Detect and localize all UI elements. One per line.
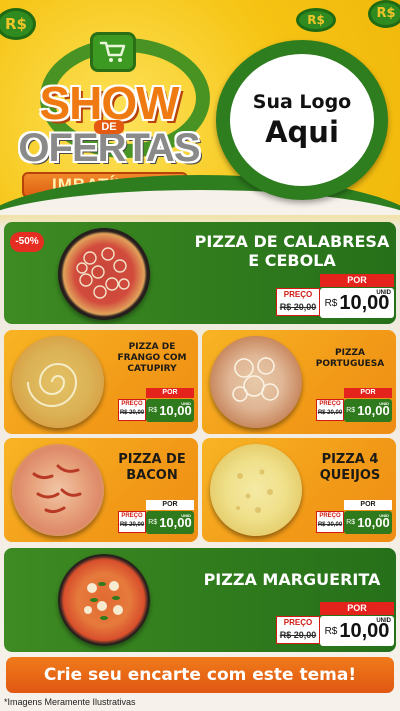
header-banner: R$ R$ R$ SHOW OFERTAS DE IMBATÍVEIS Sua …	[0, 0, 400, 215]
new-price-box: R$ 10,00 UNID	[320, 288, 394, 318]
old-price-box: PREÇO R$ 20,00	[276, 616, 320, 644]
price-tag: POR PREÇO R$ 20,00 R$ 10,00 UNID	[276, 602, 394, 646]
preco-label: PREÇO	[319, 401, 341, 407]
discount-badge: -50%	[10, 232, 44, 252]
por-label: POR	[344, 500, 392, 510]
currency: R$	[324, 297, 338, 309]
offer-card-calabresa[interactable]: -50% PIZZA DE CALABRESA E CEBOLA POR PRE…	[4, 222, 396, 324]
old-price-box: PREÇO R$ 20,00	[118, 399, 146, 421]
old-price: R$ 20,00	[119, 522, 145, 528]
unit-label: UNID	[376, 290, 391, 296]
new-price-box: R$ 10,00 UNID	[344, 511, 392, 534]
logo-text-line2: Aqui	[265, 115, 339, 149]
price-tag: POR PREÇO R$ 20,00 R$ 10,00 UNID	[118, 388, 194, 422]
offer-card-frango[interactable]: PIZZA DE FRANGO COM CATUPIRY POR PREÇO R…	[4, 330, 198, 434]
por-label: POR	[320, 274, 394, 287]
new-price-box: R$ 10,00 UNID	[146, 511, 194, 534]
logo-placeholder[interactable]: Sua Logo Aqui	[216, 40, 388, 200]
por-label: POR	[344, 388, 392, 398]
pizza-image	[58, 554, 150, 646]
por-label: POR	[320, 602, 394, 615]
pizza-image	[210, 336, 302, 428]
new-price-box: R$ 10,00 UNID	[344, 399, 392, 422]
logo-text-line1: Sua Logo	[252, 91, 352, 113]
preco-label: PREÇO	[121, 513, 143, 519]
new-price-box: R$ 10,00 UNID	[146, 399, 194, 422]
price-tag: POR PREÇO R$ 20,00 R$ 10,00 UNID	[316, 388, 392, 422]
offer-card-portuguesa[interactable]: PIZZA PORTUGUESA POR PREÇO R$ 20,00 R$ 1…	[202, 330, 396, 434]
pizza-image	[210, 444, 302, 536]
old-price: R$ 20,00	[279, 302, 317, 312]
new-price-box: R$ 10,00 UNID	[320, 616, 394, 646]
price-tag: POR PREÇO R$ 20,00 R$ 10,00 UNID	[276, 274, 394, 318]
old-price-box: PREÇO R$ 20,00	[316, 399, 344, 421]
old-price: R$ 20,00	[317, 410, 343, 416]
preco-label: PREÇO	[319, 513, 341, 519]
currency: R$	[148, 407, 158, 414]
old-price-box: PREÇO R$ 20,00	[118, 511, 146, 533]
currency: R$	[148, 519, 158, 526]
product-name: PIZZA PORTUGUESA	[315, 348, 385, 369]
preco-label: PREÇO	[283, 618, 313, 627]
preco-label: PREÇO	[283, 290, 313, 299]
unit-label: UNID	[181, 513, 191, 518]
preco-label: PREÇO	[121, 401, 143, 407]
pizza-image	[12, 444, 104, 536]
offer-card-bacon[interactable]: PIZZA DE BACON POR PREÇO R$ 20,00 R$ 10,…	[4, 438, 198, 542]
offer-card-marguerita[interactable]: PIZZA MARGUERITA POR PREÇO R$ 20,00 R$ 1…	[4, 548, 396, 652]
product-name: PIZZA DE FRANGO COM CATUPIRY	[117, 342, 187, 374]
currency: R$	[324, 625, 338, 637]
unit-label: UNID	[181, 401, 191, 406]
coin-icon: R$	[368, 0, 400, 28]
old-price: R$ 20,00	[279, 630, 317, 640]
product-name: PIZZA DE BACON	[118, 452, 186, 483]
create-flyer-button[interactable]: Crie seu encarte com este tema!	[6, 657, 394, 693]
currency: R$	[346, 519, 356, 526]
disclaimer-text: *Imagens Meramente Ilustrativas	[4, 697, 136, 707]
unit-label: UNID	[379, 513, 389, 518]
shopping-cart-icon	[90, 32, 136, 72]
unit-label: UNID	[379, 401, 389, 406]
product-name: PIZZA MARGUERITA	[203, 570, 381, 589]
por-label: POR	[146, 500, 194, 510]
price-tag: POR PREÇO R$ 20,00 R$ 10,00 UNID	[118, 500, 194, 534]
por-label: POR	[146, 388, 194, 398]
unit-label: UNID	[376, 618, 391, 624]
old-price: R$ 20,00	[119, 410, 145, 416]
flyer-page: R$ R$ R$ SHOW OFERTAS DE IMBATÍVEIS Sua …	[0, 0, 400, 711]
pizza-image	[58, 228, 150, 320]
currency: R$	[346, 407, 356, 414]
offer-card-4-queijos[interactable]: PIZZA 4 QUEIJOS POR PREÇO R$ 20,00 R$ 10…	[202, 438, 396, 542]
price-tag: POR PREÇO R$ 20,00 R$ 10,00 UNID	[316, 500, 392, 534]
old-price-box: PREÇO R$ 20,00	[276, 288, 320, 316]
old-price: R$ 20,00	[317, 522, 343, 528]
product-name: PIZZA 4 QUEIJOS	[319, 452, 381, 483]
old-price-box: PREÇO R$ 20,00	[316, 511, 344, 533]
pizza-image	[12, 336, 104, 428]
coin-icon: R$	[296, 8, 336, 32]
title-de: DE	[94, 120, 124, 134]
product-name: PIZZA DE CALABRESA E CEBOLA	[194, 232, 390, 270]
